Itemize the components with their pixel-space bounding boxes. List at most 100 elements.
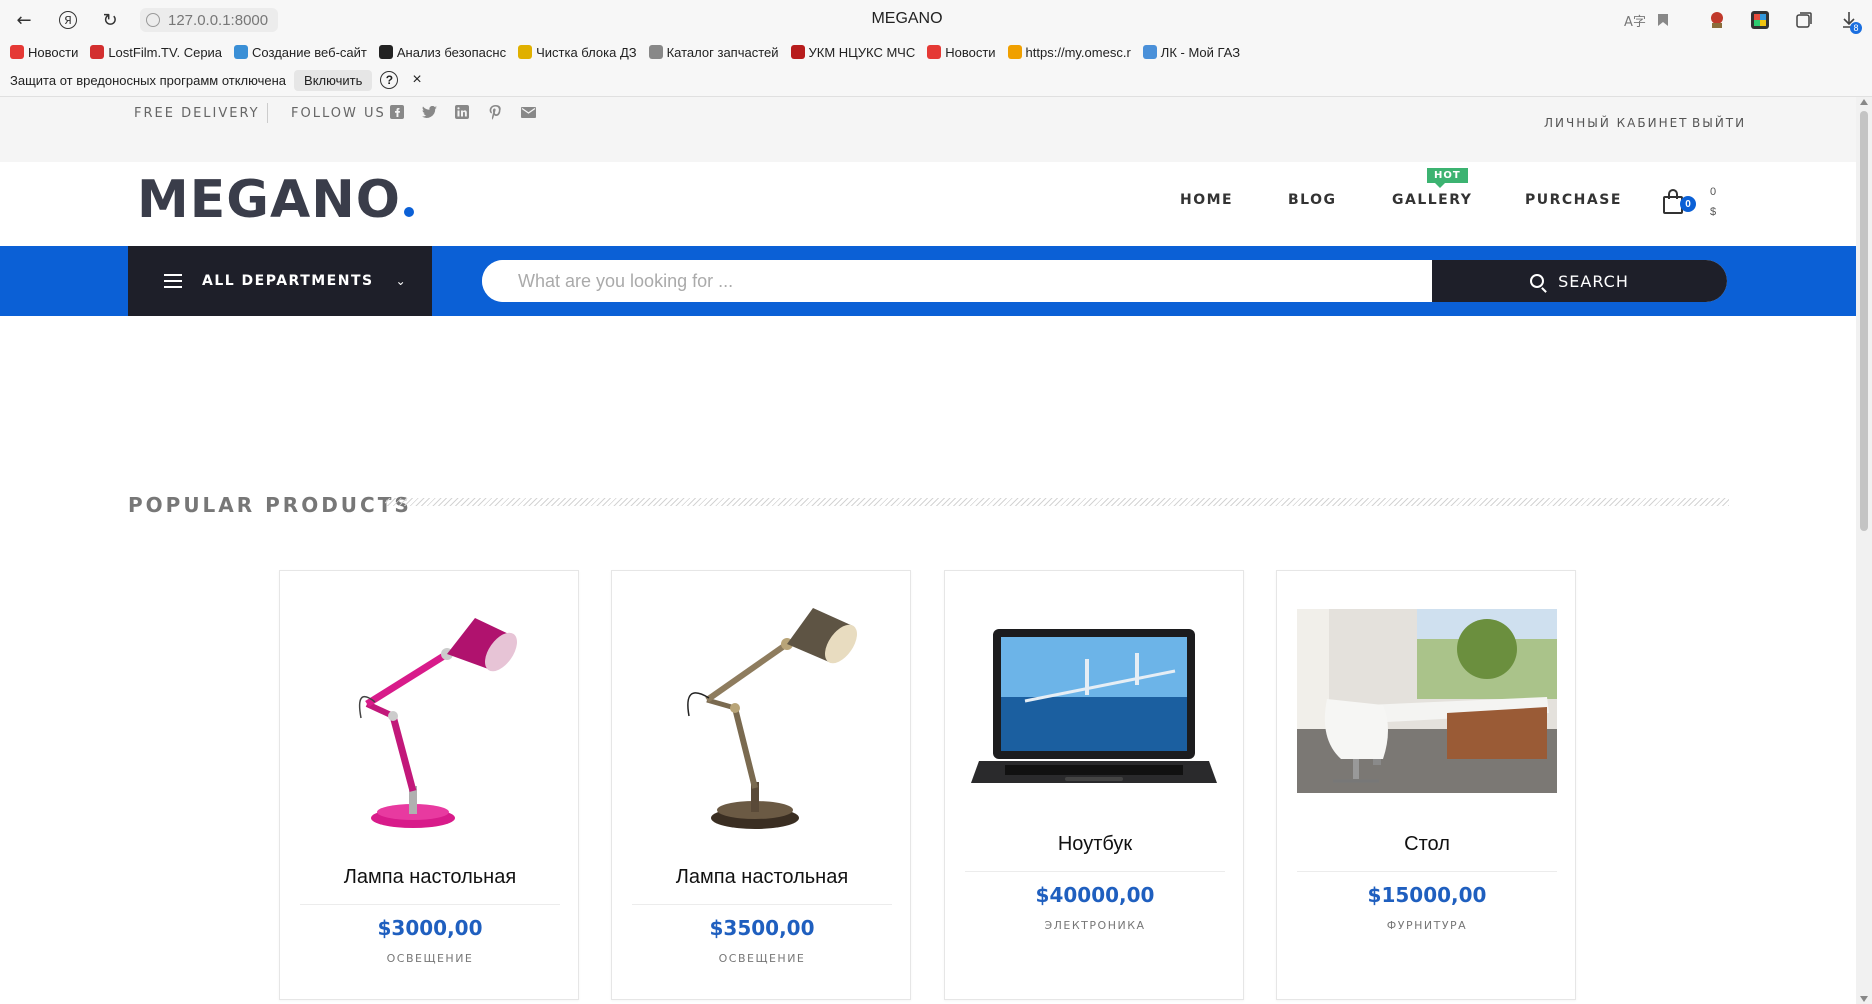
bookmark-label: Каталог запчастей	[666, 44, 779, 60]
bookmarks-bar: Новости LostFilm.TV. Сериа Создание веб-са…	[10, 42, 1252, 62]
product-name[interactable]: Лампа настольная	[612, 866, 912, 889]
bookmark-item[interactable]: https://my.omesc.r	[1007, 44, 1131, 60]
section-divider	[385, 498, 1729, 506]
bookmark-item[interactable]: Чистка блока ДЗ	[518, 45, 637, 60]
downloads-badge: 8	[1850, 22, 1862, 34]
laptop-image[interactable]	[965, 591, 1225, 811]
product-card[interactable]: Лампа настольная $3000,00 ОСВЕЩЕНИЕ	[279, 570, 579, 1000]
bookmark-favicon-icon	[648, 45, 663, 59]
bookmark-label: Анализ безопаснс	[396, 44, 507, 60]
bookmark-label: LostFilm.TV. Сериа	[108, 44, 223, 60]
logout-link[interactable]: ВЫЙТИ	[1692, 116, 1746, 130]
infobar-message: Защита от вредоносных программ отключена	[10, 72, 287, 88]
product-name[interactable]: Стол	[1277, 833, 1577, 856]
search-button[interactable]: SEARCH	[1432, 260, 1727, 302]
product-card[interactable]: Ноутбук $40000,00 ЭЛЕКТРОНИКА	[944, 570, 1244, 1000]
product-price: $40000,00	[1035, 883, 1155, 907]
bookmark-icon[interactable]	[1652, 9, 1674, 31]
free-delivery-text: FREE DELIVERY	[134, 106, 260, 121]
bookmark-item[interactable]: УКМ НЦУКС МЧС	[790, 44, 916, 60]
cart-total: $	[1710, 206, 1717, 218]
product-category[interactable]: ОСВЕЩЕНИЕ	[280, 952, 580, 965]
collections-icon[interactable]	[1793, 9, 1815, 31]
logo-dot	[403, 207, 414, 217]
product-card[interactable]: Стол $15000,00 ФУРНИТУРА	[1276, 570, 1576, 1000]
bronze-desk-lamp-image[interactable]	[632, 591, 892, 841]
pink-desk-lamp-image[interactable]	[300, 591, 560, 841]
bookmark-item[interactable]: Каталог запчастей	[648, 44, 779, 60]
menu-purchase[interactable]: PURCHASE	[1525, 192, 1622, 208]
all-departments-button[interactable]: ALL DEPARTMENTS ⌄	[128, 246, 432, 316]
topbar-divider	[267, 103, 268, 123]
product-separator	[1297, 871, 1557, 872]
infobar-enable-button[interactable]: Включить	[294, 69, 373, 91]
bookmark-item[interactable]: Новости	[10, 45, 78, 60]
bookmark-favicon-icon	[378, 45, 393, 59]
scroll-thumb[interactable]	[1860, 111, 1868, 531]
site-logo[interactable]: MEGANO	[137, 170, 414, 230]
bookmark-item[interactable]: Новости	[927, 44, 996, 60]
extension-screen-icon[interactable]	[1749, 9, 1771, 31]
bookmark-label: https://my.omesc.r	[1025, 44, 1131, 60]
product-separator	[632, 904, 892, 905]
office-desk-image[interactable]	[1297, 591, 1557, 811]
search-button-label: SEARCH	[1558, 271, 1629, 291]
bookmark-item[interactable]: ЛК - Мой ГАЗ	[1142, 44, 1241, 60]
list-icon	[164, 274, 182, 288]
bookmark-item[interactable]: Создание веб-сайт	[234, 45, 367, 60]
product-price: $15000,00	[1367, 883, 1487, 907]
product-price: $3000,00	[377, 916, 483, 940]
help-icon[interactable]: ?	[380, 71, 399, 89]
product-separator	[965, 871, 1225, 872]
menu-blog[interactable]: BLOG	[1288, 192, 1337, 208]
bookmark-label: Новости	[945, 44, 996, 60]
cart-count-badge: 0	[1680, 196, 1696, 212]
product-separator	[300, 904, 560, 905]
bookmark-item[interactable]: LostFilm.TV. Сериа	[90, 45, 222, 60]
extension-avatar-icon[interactable]	[1706, 9, 1728, 31]
translate-icon[interactable]: A字	[1624, 9, 1646, 31]
bookmark-favicon-icon	[10, 45, 24, 59]
bookmark-favicon-icon	[234, 45, 249, 59]
product-card[interactable]: Лампа настольная $3500,00 ОСВЕЩЕНИЕ	[611, 570, 911, 1000]
downloads-icon[interactable]: 8	[1838, 9, 1862, 34]
bookmark-item[interactable]: Анализ безопаснс	[378, 44, 507, 60]
bookmark-favicon-icon	[927, 45, 942, 59]
facebook-icon[interactable]	[388, 103, 406, 121]
bookmark-label: Чистка блока ДЗ	[536, 44, 637, 60]
close-icon[interactable]: ×	[412, 71, 421, 89]
search-icon	[1530, 274, 1545, 288]
menu-home[interactable]: HOME	[1180, 192, 1233, 208]
page-content: FREE DELIVERY FOLLOW US ЛИЧНЫЙ КАБИНЕТ В…	[0, 97, 1856, 1004]
main-header: MEGANO HOME BLOG HOT GALLERY PURCHASE 0 …	[0, 162, 1856, 246]
linkedin-icon[interactable]	[453, 103, 471, 121]
product-category[interactable]: ЭЛЕКТРОНИКА	[945, 919, 1245, 932]
bookmark-favicon-icon	[790, 45, 805, 59]
product-name[interactable]: Ноутбук	[945, 833, 1245, 856]
search-form: SEARCH	[482, 260, 1727, 302]
twitter-icon[interactable]	[420, 103, 438, 121]
search-input[interactable]	[482, 260, 1432, 302]
tab-title: MEGANO	[871, 10, 943, 27]
popular-products-title: POPULAR PRODUCTS	[128, 493, 412, 517]
page-scrollbar[interactable]	[1856, 97, 1872, 1004]
security-infobar: Защита от вредоносных программ отключена…	[10, 69, 422, 91]
scroll-up-arrow-icon[interactable]	[1860, 99, 1868, 105]
scroll-down-arrow-icon[interactable]	[1860, 996, 1868, 1002]
product-name[interactable]: Лампа настольная	[280, 866, 580, 889]
all-departments-label: ALL DEPARTMENTS	[202, 273, 374, 289]
product-category[interactable]: ФУРНИТУРА	[1277, 919, 1577, 932]
bookmark-label: Новости	[28, 44, 79, 60]
product-price: $3500,00	[709, 916, 815, 940]
top-info-bar: FREE DELIVERY FOLLOW US ЛИЧНЫЙ КАБИНЕТ В…	[0, 97, 1856, 162]
product-category[interactable]: ОСВЕЩЕНИЕ	[612, 952, 912, 965]
bookmark-favicon-icon	[1142, 45, 1157, 59]
mail-icon[interactable]	[519, 103, 537, 121]
bookmark-label: УКМ НЦУКС МЧС	[808, 44, 916, 60]
bookmark-label: Создание веб-сайт	[252, 44, 367, 60]
menu-gallery[interactable]: GALLERY	[1392, 192, 1472, 208]
pinterest-icon[interactable]	[486, 103, 504, 121]
hot-badge: HOT	[1427, 168, 1468, 188]
account-link[interactable]: ЛИЧНЫЙ КАБИНЕТ	[1544, 116, 1689, 130]
bookmark-label: ЛК - Мой ГАЗ	[1160, 44, 1241, 60]
